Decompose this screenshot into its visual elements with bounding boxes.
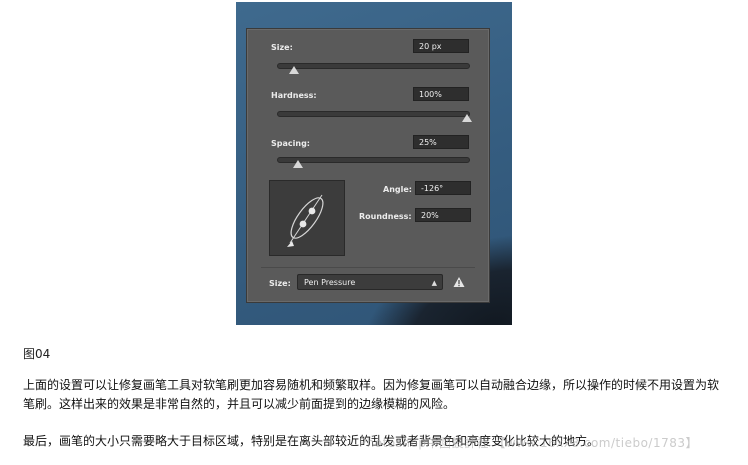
spacing-label: Spacing:: [271, 139, 310, 148]
roundness-field[interactable]: 20%: [415, 208, 471, 222]
warning-triangle-icon[interactable]: [453, 276, 465, 288]
chevron-updown-icon: ▲: [431, 279, 437, 287]
figure-caption: 图04: [23, 347, 51, 361]
size-control-value: Pen Pressure: [304, 278, 356, 287]
spacing-field[interactable]: 25%: [413, 135, 469, 149]
hardness-label: Hardness:: [271, 91, 317, 100]
size-control-dropdown[interactable]: Pen Pressure ▲: [297, 274, 443, 290]
size-slider-track[interactable]: [277, 63, 470, 69]
hardness-slider-thumb[interactable]: [462, 114, 472, 122]
hardness-field[interactable]: 100%: [413, 87, 469, 101]
pressure-size-label: Size:: [269, 279, 291, 288]
brush-tip-panel: Size: 20 px Hardness: 100% Spacing: 25% …: [246, 28, 490, 303]
spacing-slider-track[interactable]: [277, 157, 470, 163]
brush-settings-screenshot: Size: 20 px Hardness: 100% Spacing: 25% …: [236, 2, 512, 325]
angle-label: Angle:: [383, 185, 412, 194]
angle-field[interactable]: -126°: [415, 181, 471, 195]
spacing-slider-thumb[interactable]: [293, 160, 303, 168]
hardness-slider-track[interactable]: [277, 111, 470, 117]
site-watermark: Photoshop中國設計社 【www.16xx8.com/tiebo/1783…: [358, 436, 698, 450]
brush-ellipse-icon: [287, 194, 324, 247]
size-label: Size:: [271, 43, 293, 52]
size-slider-thumb[interactable]: [289, 66, 299, 74]
roundness-label: Roundness:: [359, 212, 412, 221]
article-paragraph-1: 上面的设置可以让修复画笔工具对软笔刷更加容易随机和频繁取样。因为修复画笔可以自动…: [23, 378, 720, 411]
brush-shape-preview[interactable]: [269, 180, 345, 256]
size-field[interactable]: 20 px: [413, 39, 469, 53]
divider: [261, 267, 475, 268]
